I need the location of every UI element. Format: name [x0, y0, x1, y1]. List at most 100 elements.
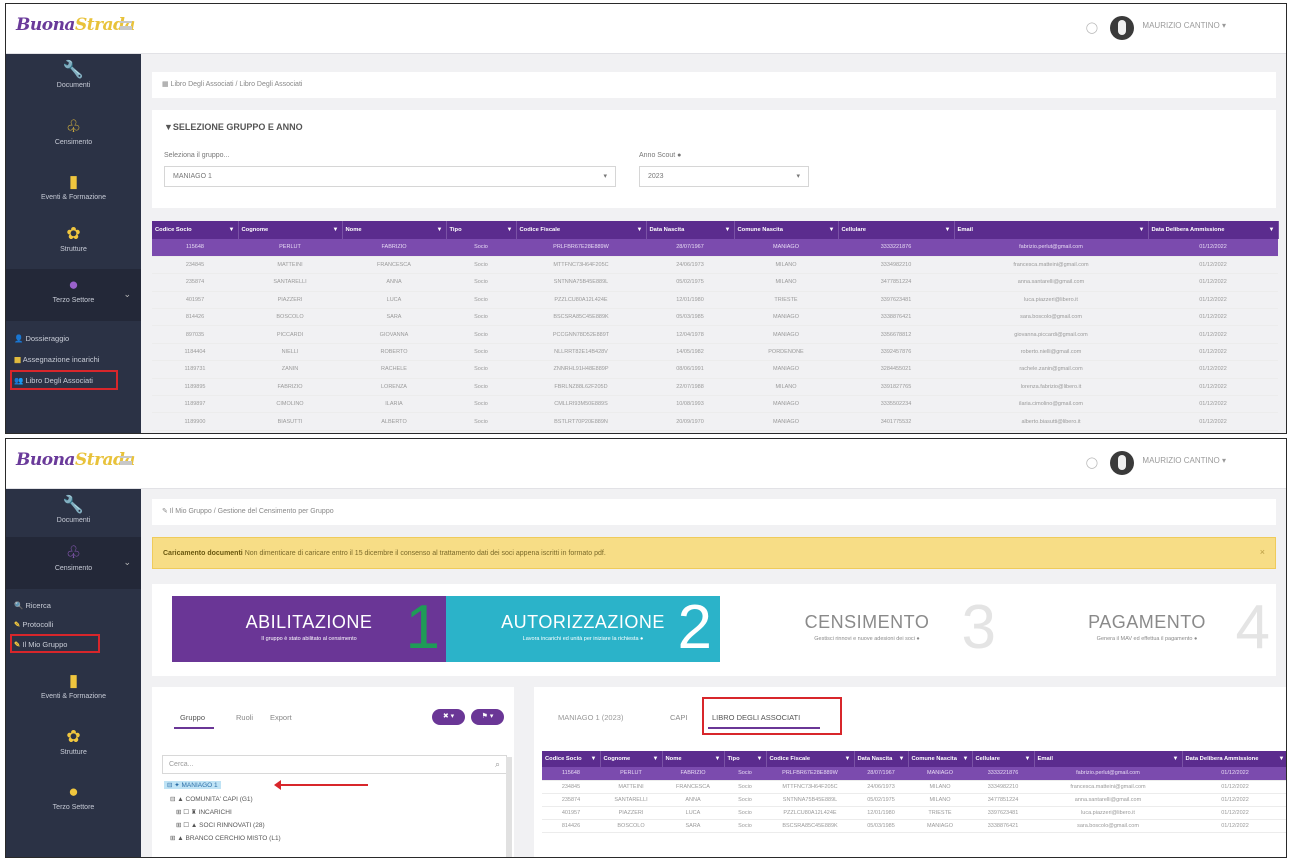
group-select[interactable]: MANIAGO 1 ▾	[164, 166, 616, 187]
filter-icon[interactable]: ▼	[725, 227, 731, 233]
table-row[interactable]: 235874 SANTARELLI ANNA Socio SNTNNA75B45E889…	[152, 273, 1278, 292]
filter-icon[interactable]: ▼	[963, 756, 969, 762]
sidebar-item-censimento[interactable]: ♧ Censimento ⌄	[6, 537, 141, 589]
year-select[interactable]: 2023 ▾	[639, 166, 809, 187]
filter-dropdown-button[interactable]: ⚑ ▾	[471, 709, 504, 725]
sidebar-item-eventi[interactable]: ▮ Eventi & Formazione	[6, 671, 141, 700]
user-avatar[interactable]	[1110, 451, 1134, 475]
filter-icon[interactable]: ▼	[829, 227, 835, 233]
column-header[interactable]: Comune Nascita ▼	[734, 221, 839, 239]
step-pagamento[interactable]: PAGAMENTO Genera il MAV ed effettua il p…	[1016, 596, 1278, 662]
filter-icon[interactable]: ▼	[637, 227, 643, 233]
table-row[interactable]: 814426 BOSCOLO SARA Socio BSCSRA85C45E889K 05…	[152, 308, 1278, 327]
column-header[interactable]: Data Delibera Ammissione ▼	[1148, 221, 1279, 239]
filter-icon[interactable]: ▼	[333, 227, 339, 233]
tab-maniago-2023[interactable]: MANIAGO 1 (2023)	[558, 713, 623, 722]
filter-icon[interactable]: ▼	[1025, 756, 1031, 762]
table-row[interactable]: 1184404 NIELLI ROBERTO Socio NLLRRT82E14B428…	[152, 343, 1278, 362]
table-row[interactable]: 234845 MATTEINI FRANCESCA Socio MTTFNC73H64F…	[542, 780, 1286, 794]
tree-node-branco[interactable]: ⊞ ▲ BRANCO CERCHIO MISTO (L1)	[170, 834, 281, 842]
filter-icon[interactable]: ▼	[507, 227, 513, 233]
table-row[interactable]: 115648 PERLUT FABRIZIO Socio PRLFBR67E28E889…	[542, 767, 1286, 781]
step-abilitazione[interactable]: ABILITAZIONE Il gruppo è stato abilitato…	[172, 596, 446, 662]
sidebar-item-strutture[interactable]: ✿ Strutture	[6, 224, 141, 253]
sidebar-sub-assegnazione[interactable]: ▦ Assegnazione incarichi	[14, 355, 99, 364]
panel-title[interactable]: ▼SELEZIONE GRUPPO E ANNO	[164, 122, 303, 132]
table-row[interactable]: 1189731 ZANIN RACHELE Socio ZNNRHL91H48E889P…	[152, 360, 1278, 379]
sidebar-item-documenti[interactable]: 🔧 Documenti	[6, 495, 141, 524]
menu-toggle-icon[interactable]	[120, 456, 132, 465]
tab-gruppo[interactable]: Gruppo	[180, 713, 205, 722]
sidebar-item-terzo-settore[interactable]: ● Terzo Settore ⌄	[6, 269, 141, 321]
column-header[interactable]: Cognome ▼	[600, 751, 663, 767]
app-logo[interactable]: BuonaStrada	[16, 15, 135, 35]
column-header[interactable]: Codice Socio ▼	[542, 751, 601, 767]
app-logo[interactable]: BuonaStrada	[16, 450, 135, 470]
table-row[interactable]: 235874 SANTARELLI ANNA Socio SNTNNA75B45E889…	[542, 793, 1286, 807]
menu-toggle-icon[interactable]	[120, 21, 132, 30]
sidebar-item-terzo-settore[interactable]: ● Terzo Settore	[6, 782, 141, 811]
filter-icon[interactable]: ▼	[653, 756, 659, 762]
column-header[interactable]: Codice Socio ▼	[152, 221, 239, 239]
filter-icon[interactable]: ▼	[1139, 227, 1145, 233]
filter-icon[interactable]: ▼	[437, 227, 443, 233]
table-row[interactable]: 1189897 CIMOLINO ILARIA Socio CMLLRI93M50E88…	[152, 395, 1278, 414]
tree-node-comunita-capi[interactable]: ⊟ ▲ COMUNITA' CAPI (G1)	[170, 795, 253, 803]
bell-icon[interactable]: ◯	[1086, 21, 1098, 34]
user-menu[interactable]: MAURIZIO CANTINO ▾	[1142, 21, 1226, 30]
table-row[interactable]: 1189895 FABRIZIO LORENZA Socio FBRLNZ88L62F2…	[152, 378, 1278, 397]
table-row[interactable]: 1189900 BIASUTTI ALBERTO Socio BSTLRT70P20E8…	[152, 412, 1278, 431]
column-header[interactable]: Comune Nascita ▼	[908, 751, 973, 767]
filter-icon[interactable]: ▼	[591, 756, 597, 762]
sidebar-sub-ricerca[interactable]: 🔍 Ricerca	[14, 601, 51, 610]
step-censimento[interactable]: CENSIMENTO Gestisci rinnovi e nuove ades…	[730, 596, 1004, 662]
tree-scrollbar[interactable]	[506, 757, 512, 857]
column-header[interactable]: Cognome ▼	[238, 221, 343, 239]
tree-node-soci-rinnovati[interactable]: ⊞ ☐ ▲ SOCI RINNOVATI (28)	[176, 821, 265, 829]
column-header[interactable]: Nome ▼	[662, 751, 725, 767]
sidebar-item-censimento[interactable]: ♧ Censimento	[6, 117, 141, 146]
column-header[interactable]: Tipo ▼	[446, 221, 517, 239]
step-autorizzazione[interactable]: AUTORIZZAZIONE Lavora incarichi ed unità…	[446, 596, 720, 662]
tab-capi[interactable]: CAPI	[670, 713, 688, 722]
table-row[interactable]: 814426 BOSCOLO SARA Socio BSCSRA85C45E889K 05…	[542, 819, 1286, 833]
bell-icon[interactable]: ◯	[1086, 456, 1098, 469]
column-header[interactable]: Cellulare ▼	[838, 221, 955, 239]
filter-icon[interactable]: ▼	[1173, 756, 1179, 762]
tree-search-input[interactable]: Cerca... ⌕	[162, 755, 507, 774]
sidebar-item-eventi[interactable]: ▮ Eventi & Formazione	[6, 172, 141, 201]
column-header[interactable]: Cellulare ▼	[972, 751, 1035, 767]
table-row[interactable]: 897035 PICCARDI GIOVANNA Socio PCCGNN78D52E8…	[152, 325, 1278, 344]
collapse-dropdown-button[interactable]: ✖ ▾	[432, 709, 465, 725]
filter-icon[interactable]: ▼	[1279, 756, 1285, 762]
filter-icon[interactable]: ▼	[757, 756, 763, 762]
column-header[interactable]: Data Delibera Ammissione ▼	[1182, 751, 1286, 767]
tree-node-maniago[interactable]: ⊟ ✦ MANIAGO 1	[164, 781, 221, 789]
table-row[interactable]: 234845 MATTEINI FRANCESCA Socio MTTFNC73H64F…	[152, 256, 1278, 275]
tab-export[interactable]: Export	[270, 713, 292, 722]
table-row[interactable]: 115648 PERLUT FABRIZIO Socio PRLFBR67E28E889…	[152, 239, 1278, 257]
filter-icon[interactable]: ▼	[945, 227, 951, 233]
sidebar-item-strutture[interactable]: ✿ Strutture	[6, 727, 141, 756]
filter-icon[interactable]: ▼	[715, 756, 721, 762]
sidebar-sub-dossieraggio[interactable]: 👤 Dossieraggio	[14, 334, 69, 343]
column-header[interactable]: Email ▼	[954, 221, 1149, 239]
column-header[interactable]: Codice Fiscale ▼	[516, 221, 647, 239]
user-menu[interactable]: MAURIZIO CANTINO ▾	[1142, 456, 1226, 465]
filter-icon[interactable]: ▼	[845, 756, 851, 762]
table-row[interactable]: 401957 PIAZZERI LUCA Socio PZZLCU80A12L424E 1…	[542, 806, 1286, 820]
column-header[interactable]: Email ▼	[1034, 751, 1183, 767]
filter-icon[interactable]: ▼	[229, 227, 235, 233]
user-avatar[interactable]	[1110, 16, 1134, 40]
tree-node-incarichi[interactable]: ⊞ ☐ ♜ INCARICHI	[176, 808, 232, 816]
column-header[interactable]: Data Nascita ▼	[646, 221, 735, 239]
column-header[interactable]: Codice Fiscale ▼	[766, 751, 855, 767]
sidebar-sub-protocolli[interactable]: ✎ Protocolli	[14, 620, 53, 629]
column-header[interactable]: Nome ▼	[342, 221, 447, 239]
filter-icon[interactable]: ▼	[899, 756, 905, 762]
tab-ruoli[interactable]: Ruoli	[236, 713, 253, 722]
table-row[interactable]: 401957 PIAZZERI LUCA Socio PZZLCU80A12L424E 1…	[152, 291, 1278, 310]
filter-icon[interactable]: ▼	[1269, 227, 1275, 233]
column-header[interactable]: Data Nascita ▼	[854, 751, 909, 767]
sidebar-item-documenti[interactable]: 🔧 Documenti	[6, 60, 141, 89]
